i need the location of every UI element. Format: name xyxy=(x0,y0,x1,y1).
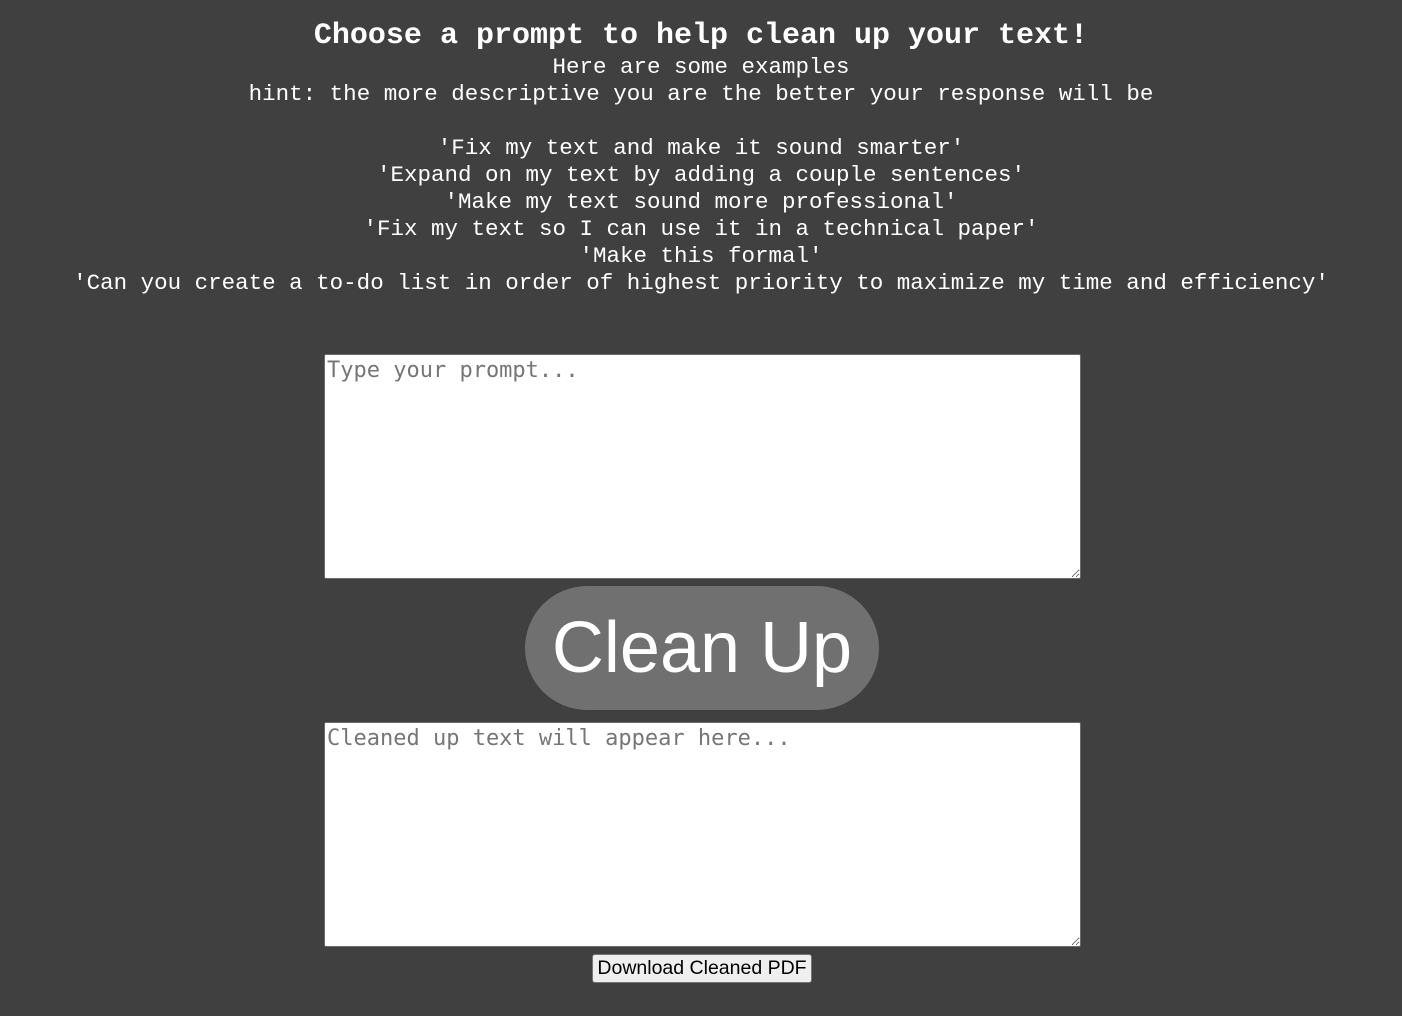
instructions-header: Choose a prompt to help clean up your te… xyxy=(0,18,1402,297)
example-prompt: 'Fix my text so I can use it in a techni… xyxy=(363,216,1039,242)
example-prompts-list: 'Fix my text and make it sound smarter' … xyxy=(0,135,1402,297)
examples-subtitle: Here are some examples xyxy=(552,54,850,80)
download-pdf-button[interactable]: Download Cleaned PDF xyxy=(592,954,812,983)
cleaned-text-output[interactable] xyxy=(324,722,1081,947)
example-prompt: 'Expand on my text by adding a couple se… xyxy=(376,162,1026,188)
hint-text: hint: the more descriptive you are the b… xyxy=(248,81,1154,107)
example-prompt: 'Make my text sound more professional' xyxy=(444,189,958,215)
example-prompt: 'Make this formal' xyxy=(579,243,823,269)
clean-up-button[interactable]: Clean Up xyxy=(525,586,879,710)
page-title: Choose a prompt to help clean up your te… xyxy=(313,19,1089,53)
example-prompt: 'Fix my text and make it sound smarter' xyxy=(437,135,965,161)
example-prompt: 'Can you create a to-do list in order of… xyxy=(73,270,1329,296)
prompt-input[interactable] xyxy=(324,354,1081,579)
